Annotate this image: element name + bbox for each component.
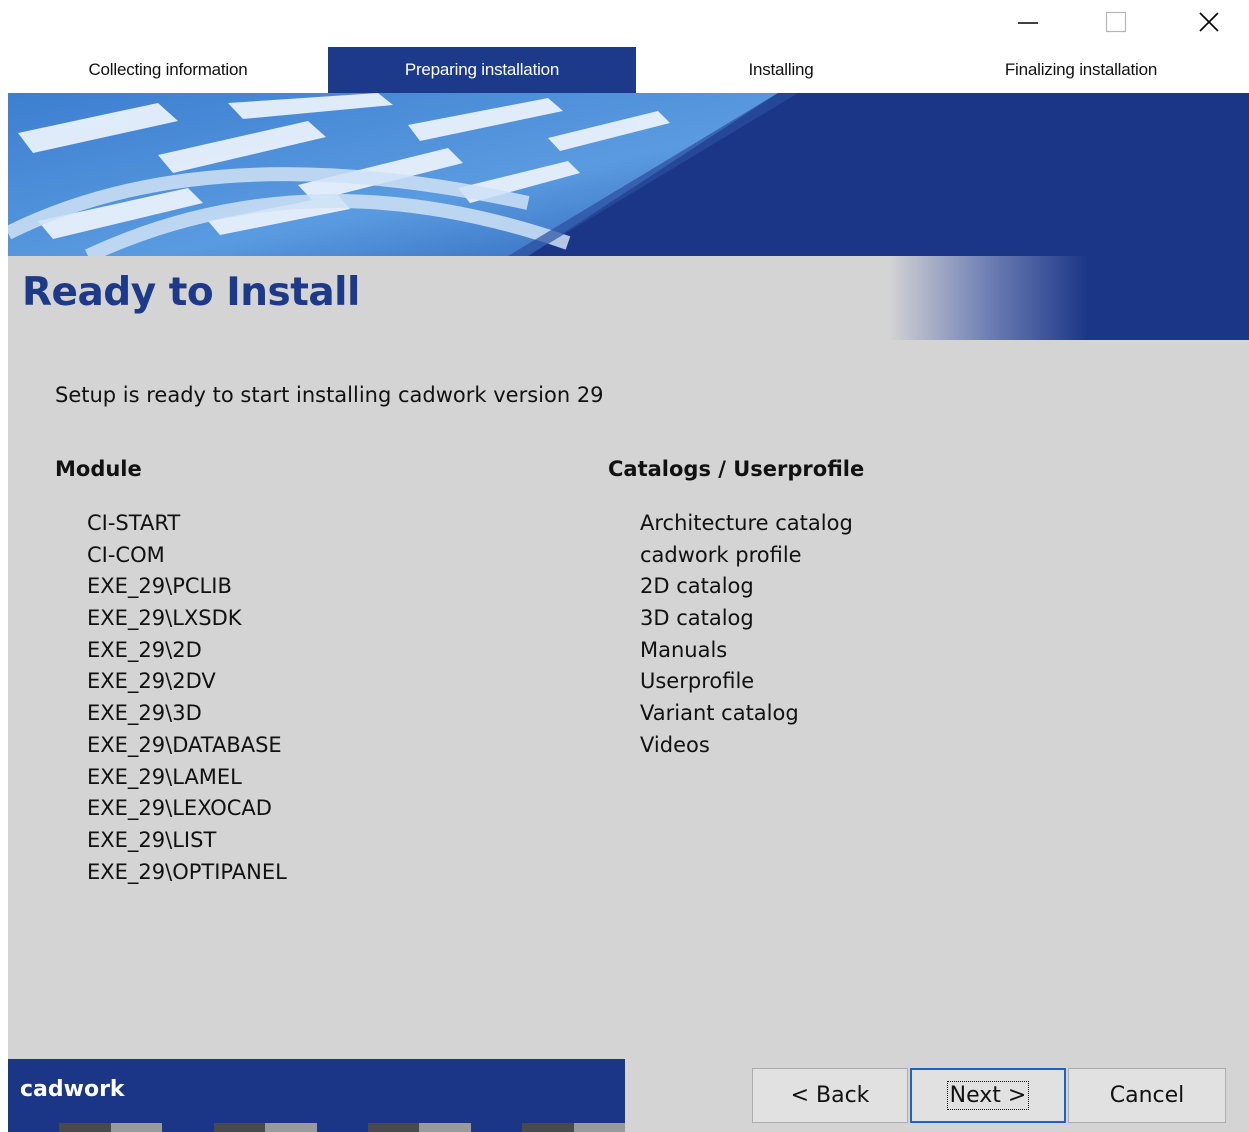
list-item: EXE_29\2DV	[87, 669, 216, 694]
list-item: EXE_29\3D	[87, 701, 202, 726]
list-item: EXE_29\LEXOCAD	[87, 796, 272, 821]
intro-text: Setup is ready to start installing cadwo…	[55, 383, 604, 407]
list-item: CI-COM	[87, 542, 165, 567]
back-button-label: < Back	[790, 1083, 870, 1108]
module-heading: Module	[55, 457, 142, 481]
installation-steps: Collecting information Preparing install…	[8, 47, 1249, 93]
cancel-button[interactable]: Cancel	[1068, 1068, 1226, 1123]
list-item: Manuals	[640, 637, 728, 662]
module-list: CI-START CI-COM EXE_29\PCLIB EXE_29\LXSD…	[87, 508, 287, 888]
cancel-button-label: Cancel	[1109, 1083, 1185, 1108]
list-item: EXE_29\2D	[87, 637, 202, 662]
list-item: CI-START	[87, 511, 181, 535]
next-button-label: Next >	[946, 1081, 1030, 1110]
list-item: Architecture catalog	[640, 511, 853, 535]
brand-stripe	[8, 1123, 626, 1132]
step-installing: Installing	[748, 60, 814, 79]
list-item: 3D catalog	[640, 606, 754, 631]
minimize-button[interactable]	[1005, 0, 1051, 44]
close-icon	[1199, 12, 1219, 32]
catalogs-heading: Catalogs / Userprofile	[608, 457, 865, 481]
list-item: Variant catalog	[640, 701, 799, 726]
catalogs-list: Architecture catalog cadwork profile 2D …	[640, 508, 853, 762]
list-item: EXE_29\LAMEL	[87, 764, 242, 789]
page-title: Ready to Install	[22, 270, 360, 315]
list-item: EXE_29\LIST	[87, 827, 217, 852]
step-collecting-information: Collecting information	[88, 60, 248, 79]
brand-footer: cadwork	[8, 1059, 625, 1123]
step-finalizing-installation: Finalizing installation	[1004, 60, 1158, 79]
list-item: Userprofile	[640, 669, 755, 694]
next-button[interactable]: Next >	[910, 1068, 1066, 1123]
step-preparing-installation: Preparing installation	[328, 47, 636, 93]
list-item: EXE_29\DATABASE	[87, 732, 282, 757]
brand-name: cadwork	[20, 1077, 125, 1102]
header-banner-image	[8, 93, 1249, 256]
minimize-icon	[1018, 22, 1038, 24]
title-band: Ready to Install	[8, 256, 1249, 340]
list-item: EXE_29\OPTIPANEL	[87, 859, 287, 884]
main-content: Setup is ready to start installing cadwo…	[8, 340, 1249, 1132]
list-item: Videos	[640, 732, 710, 757]
maximize-button[interactable]	[1093, 0, 1139, 44]
list-item: EXE_29\PCLIB	[87, 574, 232, 599]
close-button[interactable]	[1186, 0, 1232, 44]
maximize-icon	[1105, 11, 1127, 33]
list-item: EXE_29\LXSDK	[87, 606, 242, 631]
back-button[interactable]: < Back	[752, 1068, 908, 1123]
list-item: 2D catalog	[640, 574, 754, 599]
list-item: cadwork profile	[640, 542, 802, 567]
